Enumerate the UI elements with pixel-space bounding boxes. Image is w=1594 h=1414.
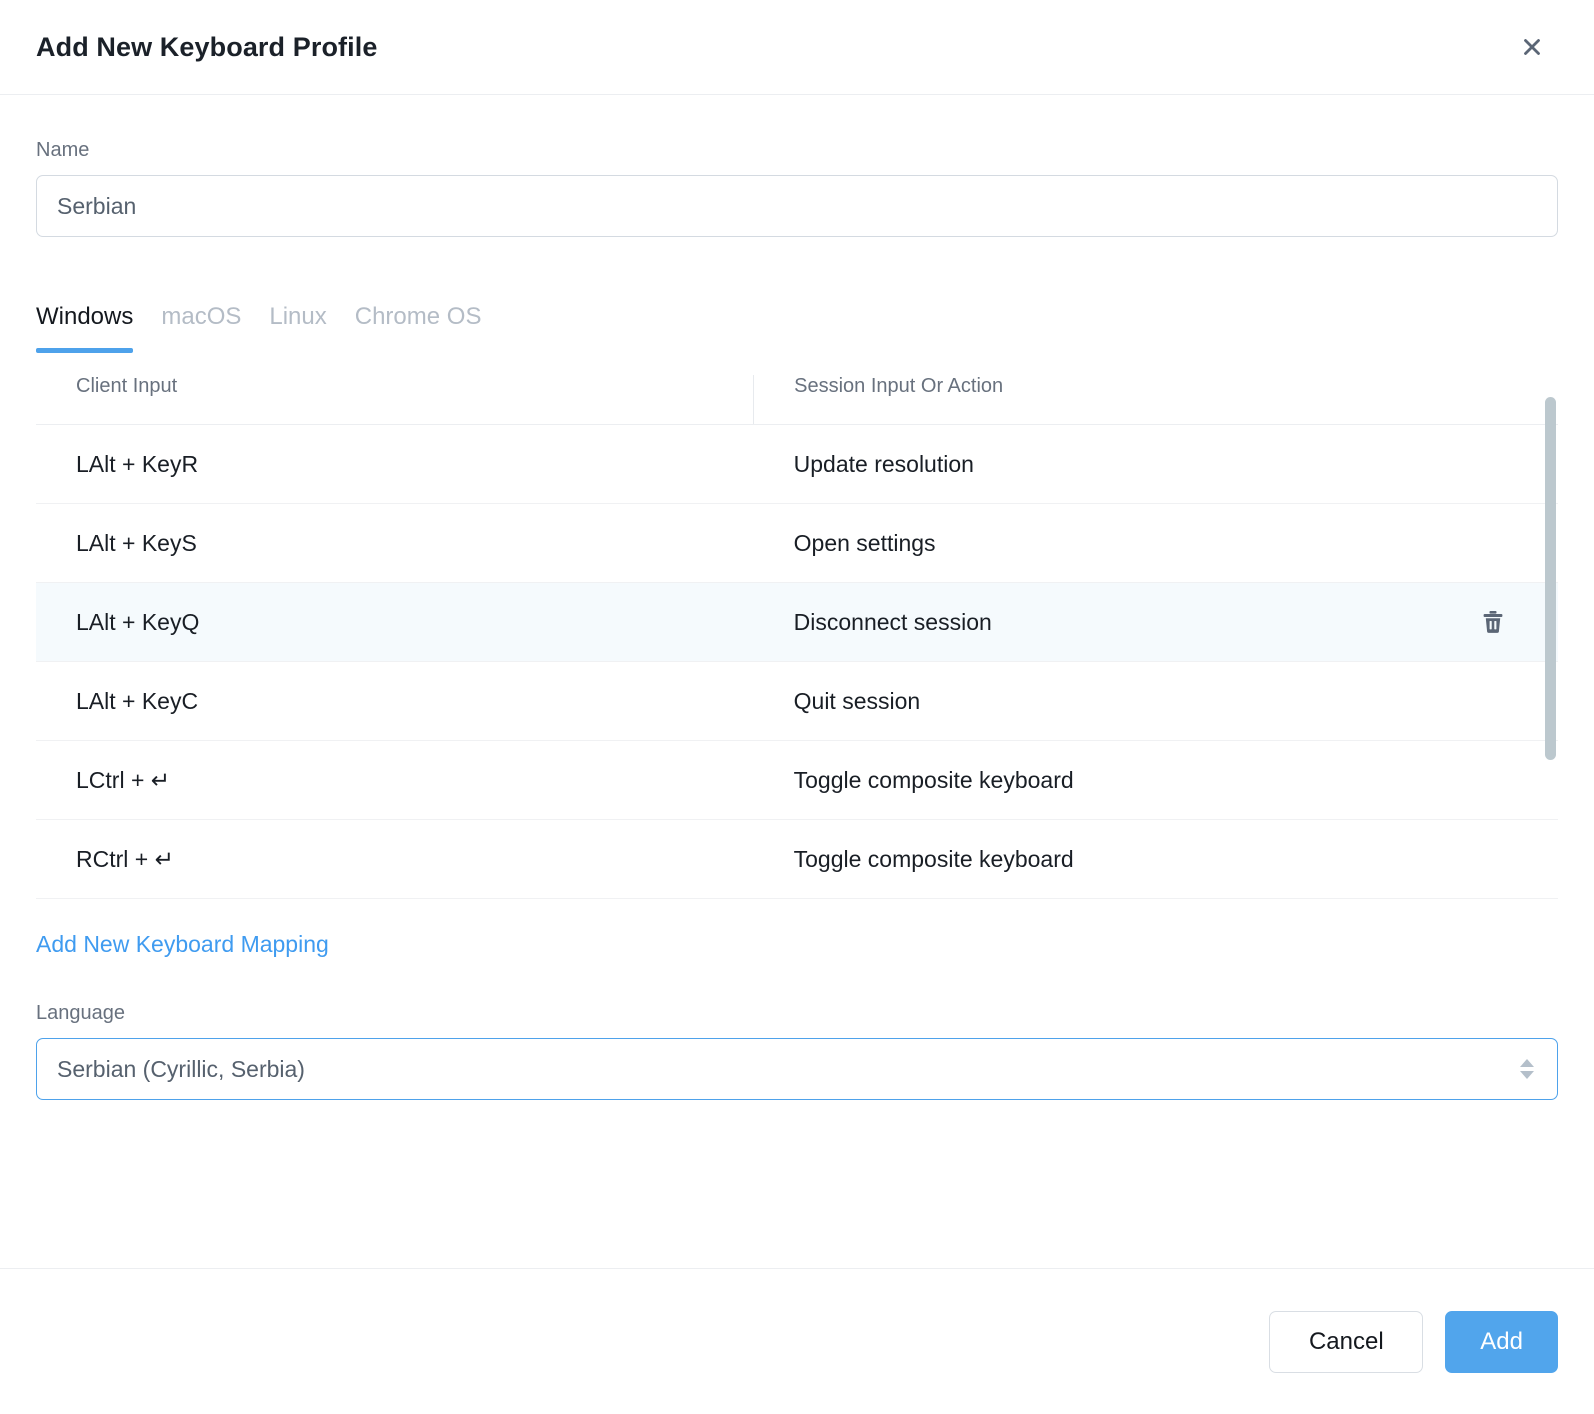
table-row[interactable]: LAlt + KeyC Quit session <box>36 661 1558 741</box>
dialog-header: Add New Keyboard Profile <box>0 0 1594 95</box>
cell-client-input: RCtrl + ↵ <box>36 819 754 899</box>
os-tabs: Windows macOS Linux Chrome OS <box>36 293 1558 353</box>
table-row[interactable]: RCtrl + ↵ Toggle composite keyboard <box>36 819 1558 899</box>
tab-windows[interactable]: Windows <box>36 303 147 353</box>
cell-client-input: LCtrl + ↵ <box>36 740 754 820</box>
keyboard-mapping-table: Client Input Session Input Or Action LAl… <box>36 375 1558 899</box>
cell-session-action: Window switch (Alt+Tab) <box>753 898 1558 899</box>
table-row[interactable]: LCtrl + ↵ Toggle composite keyboard <box>36 740 1558 820</box>
dialog-footer: Cancel Add <box>0 1268 1594 1414</box>
cell-session-action-text: Update resolution <box>793 450 974 477</box>
add-new-keyboard-mapping-link[interactable]: Add New Keyboard Mapping <box>36 931 329 958</box>
cancel-button[interactable]: Cancel <box>1269 1310 1424 1373</box>
table-row-selected[interactable]: LAlt + KeyQ Disconnect session <box>36 582 1558 662</box>
cell-session-action-text: Toggle composite keyboard <box>793 845 1074 872</box>
table-scrollbar-thumb[interactable] <box>1545 397 1556 760</box>
cell-session-action-text: Open settings <box>793 529 936 556</box>
cell-session-action: Disconnect session <box>753 582 1558 662</box>
dialog-body: Name Windows macOS Linux Chrome OS Clien… <box>0 95 1594 1268</box>
table-scrollbar[interactable] <box>1545 397 1556 899</box>
table-row[interactable]: LAlt + KeyR Update resolution <box>36 424 1558 504</box>
column-header-session-input: Session Input Or Action <box>753 375 1558 425</box>
close-icon[interactable] <box>1512 27 1552 67</box>
trash-icon[interactable] <box>1480 609 1506 635</box>
cell-client-input: LAlt + KeyR <box>36 424 754 504</box>
language-label: Language <box>36 1002 125 1024</box>
name-label: Name <box>36 139 90 161</box>
cell-session-action-text: Toggle composite keyboard <box>793 766 1074 793</box>
table-row[interactable]: LAlt + KeyS Open settings <box>36 503 1558 583</box>
add-button[interactable]: Add <box>1445 1310 1558 1373</box>
language-select-wrapper: Serbian (Cyrillic, Serbia) <box>36 1038 1558 1100</box>
add-keyboard-profile-dialog: Add New Keyboard Profile Name Windows ma… <box>0 0 1594 1414</box>
cell-client-input: LAlt + KeyQ <box>36 582 754 662</box>
keyboard-mapping-table-wrapper: Client Input Session Input Or Action LAl… <box>36 375 1558 899</box>
cell-session-action: Quit session <box>753 661 1558 741</box>
cell-session-action: Toggle composite keyboard <box>753 819 1558 899</box>
cell-session-action: Open settings <box>753 503 1558 583</box>
language-select-value: Serbian (Cyrillic, Serbia) <box>57 1055 305 1082</box>
cell-client-input: LAlt + KeyS <box>36 503 754 583</box>
tab-macos[interactable]: macOS <box>147 303 255 353</box>
name-input[interactable] <box>36 175 1558 237</box>
column-header-client-input: Client Input <box>36 375 754 425</box>
tab-linux[interactable]: Linux <box>255 303 340 353</box>
tab-chrome-os[interactable]: Chrome OS <box>341 303 496 353</box>
cell-session-action: Toggle composite keyboard <box>753 740 1558 820</box>
table-header-row: Client Input Session Input Or Action <box>36 375 1558 425</box>
language-select[interactable]: Serbian (Cyrillic, Serbia) <box>36 1038 1558 1100</box>
cell-session-action: Update resolution <box>753 424 1558 504</box>
cell-client-input: LAlt + KeyC <box>36 661 754 741</box>
cell-client-input: LAlt + ⇥ <box>36 898 754 899</box>
cell-session-action-text: Disconnect session <box>793 608 992 635</box>
cell-session-action-text: Quit session <box>793 687 921 714</box>
dialog-title: Add New Keyboard Profile <box>36 31 378 62</box>
table-row[interactable]: LAlt + ⇥ Window switch (Alt+Tab) <box>36 898 1558 899</box>
